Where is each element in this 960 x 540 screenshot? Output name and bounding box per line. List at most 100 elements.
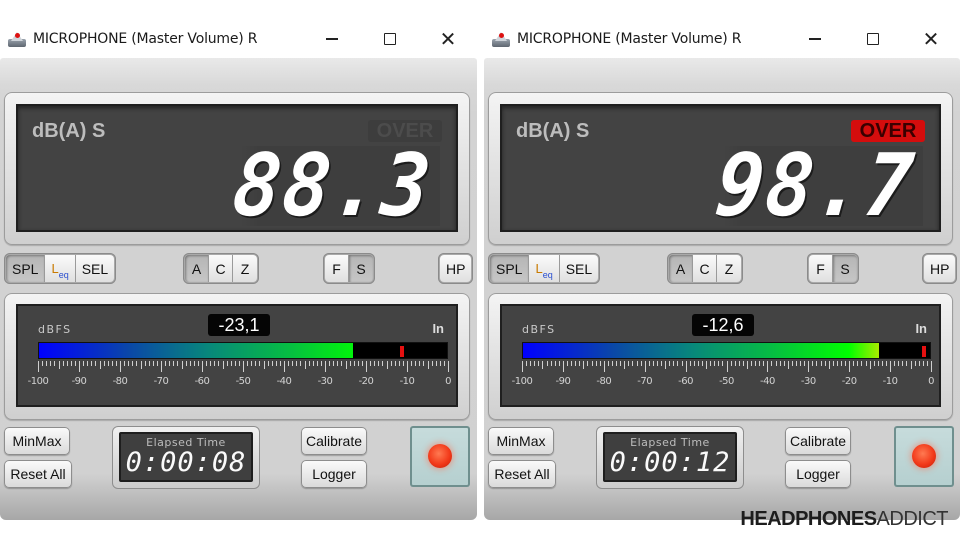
maximize-button[interactable]: [844, 22, 902, 56]
scale-tick: [599, 361, 601, 366]
scale-tick: [714, 361, 716, 366]
input-channel-label: In: [915, 321, 927, 336]
scale-tick: [357, 361, 359, 366]
record-indicator-icon: [428, 444, 452, 468]
elapsed-time-frame: Elapsed Time 0:00:08: [112, 426, 260, 489]
spl-button[interactable]: SPL: [6, 255, 46, 282]
scale-tick: [661, 361, 663, 366]
scale-tick: [337, 361, 339, 366]
scale-tick: [759, 361, 761, 366]
scale-tick: [579, 361, 581, 366]
scale-tick: [755, 361, 757, 366]
scale-tick: [181, 361, 183, 369]
slow-response-button[interactable]: S: [349, 255, 373, 282]
record-button[interactable]: [894, 426, 954, 487]
c-weighting-button[interactable]: C: [693, 255, 717, 282]
minimize-button[interactable]: [786, 22, 844, 56]
scale-tick-label: -60: [678, 376, 694, 387]
unit-label: dB(A) S: [516, 120, 590, 142]
calibrate-button[interactable]: Calibrate: [785, 427, 851, 455]
scale-tick: [275, 361, 277, 366]
scale-tick: [628, 361, 630, 366]
scale-tick: [349, 361, 351, 366]
scale-tick: [738, 361, 740, 366]
scale-tick: [869, 361, 871, 369]
scale-tick: [804, 361, 806, 366]
a-weighting-button[interactable]: A: [185, 255, 209, 282]
scale-tick: [881, 361, 883, 366]
scale-tick: [644, 361, 646, 372]
scale-tick: [710, 361, 712, 366]
sound-meter-window-1: MICROPHONE (Master Volume) R ✕ dB(A) S O…: [0, 14, 477, 520]
scale-tick: [845, 361, 847, 366]
z-weighting-button[interactable]: Z: [233, 255, 257, 282]
minimize-button[interactable]: [303, 22, 361, 56]
scale-tick: [427, 361, 429, 369]
scale-tick-label: -100: [27, 376, 49, 387]
scale-tick: [636, 361, 638, 366]
scale-tick-label: -50: [235, 376, 251, 387]
scale-tick: [800, 361, 802, 366]
maximize-button[interactable]: [361, 22, 419, 56]
scale-tick: [140, 361, 142, 369]
scale-tick: [779, 361, 781, 366]
scale-tick: [128, 361, 130, 366]
z-weighting-button[interactable]: Z: [717, 255, 741, 282]
scale-tick: [775, 361, 777, 366]
record-button[interactable]: [410, 426, 470, 487]
scale-tick-label: -40: [759, 376, 775, 387]
scale-tick: [926, 361, 928, 366]
scale-tick: [836, 361, 838, 366]
scale-tick: [411, 361, 413, 366]
scale-tick: [91, 361, 93, 366]
close-button[interactable]: ✕: [902, 22, 960, 56]
sel-button[interactable]: SEL: [559, 255, 599, 282]
scale-tick: [308, 361, 310, 366]
scale-tick: [132, 361, 134, 366]
scale-tick: [111, 361, 113, 366]
scale-tick: [554, 361, 556, 366]
scale-tick: [382, 361, 384, 366]
reset-all-button[interactable]: Reset All: [488, 460, 556, 488]
scale-tick: [443, 361, 445, 366]
mode-button-row: SPL Leq SEL A C Z F S HP: [0, 253, 477, 285]
scale-tick: [394, 361, 396, 366]
hp-button[interactable]: HP: [924, 255, 956, 282]
fast-response-button[interactable]: F: [325, 255, 349, 282]
scale-tick: [701, 361, 703, 366]
calibrate-button[interactable]: Calibrate: [301, 427, 367, 455]
minmax-button[interactable]: MinMax: [4, 427, 70, 455]
scale-tick: [50, 361, 52, 366]
spl-button[interactable]: SPL: [490, 255, 530, 282]
scale-ticks: [38, 361, 449, 373]
scale-tick: [230, 361, 232, 366]
level-meter-frame: dBFS -12,6 In -100 -90 -80 -70 -60 -50 -40 -30-…: [488, 293, 953, 420]
a-weighting-button[interactable]: A: [669, 255, 693, 282]
scale-tick: [611, 361, 613, 366]
scale-tick: [222, 361, 224, 369]
scale-tick: [828, 361, 830, 369]
hp-button[interactable]: HP: [440, 255, 472, 282]
scale-tick: [87, 361, 89, 366]
leq-button[interactable]: Leq: [529, 255, 560, 282]
scale-tick: [820, 361, 822, 366]
fast-response-button[interactable]: F: [809, 255, 833, 282]
logger-button[interactable]: Logger: [301, 460, 367, 488]
slow-response-button[interactable]: S: [833, 255, 857, 282]
c-weighting-button[interactable]: C: [209, 255, 233, 282]
scale-tick: [177, 361, 179, 366]
reset-all-button[interactable]: Reset All: [4, 460, 72, 488]
minmax-button[interactable]: MinMax: [488, 427, 554, 455]
scale-tick: [681, 361, 683, 366]
scale-tick: [894, 361, 896, 366]
scale-tick: [808, 361, 810, 372]
level-display: dB(A) S OVER 88.3: [16, 104, 458, 236]
close-button[interactable]: ✕: [419, 22, 477, 56]
logger-button[interactable]: Logger: [785, 460, 851, 488]
elapsed-time-value: 0:00:12: [609, 447, 731, 478]
scale-tick: [415, 361, 417, 366]
leq-button[interactable]: Leq: [45, 255, 76, 282]
scale-tick: [255, 361, 257, 366]
sel-button[interactable]: SEL: [75, 255, 115, 282]
scale-tick: [742, 361, 744, 366]
